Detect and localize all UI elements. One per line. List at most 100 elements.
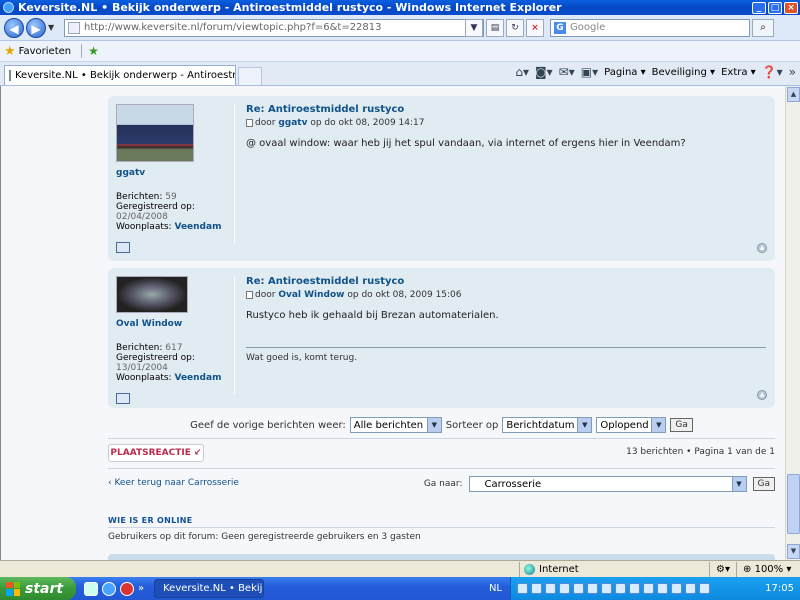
sort-go-button[interactable]: Ga [670, 418, 693, 432]
user-meta: Berichten: 617 Geregistreerd op: 13/01/2… [116, 343, 234, 383]
extra-menu[interactable]: Extra ▾ [721, 67, 756, 78]
show-select-value: Alle berichten [353, 419, 424, 431]
minimize-button[interactable]: _ [752, 1, 766, 14]
username-link[interactable]: ggatv [116, 168, 234, 178]
jump-select[interactable]: Carrosserie ▼ [468, 476, 747, 492]
post-date: op do okt 08, 2009 15:06 [347, 290, 462, 300]
location-value: Veendam [174, 373, 222, 383]
scroll-up-icon[interactable]: ▲ [787, 87, 800, 102]
mail-icon[interactable]: ✉▾ [559, 65, 575, 79]
post-title-link[interactable]: Re: Antiroestmiddel rustyco [246, 104, 766, 115]
window-titlebar[interactable]: Keversite.NL • Bekijk onderwerp - Antiro… [0, 0, 800, 15]
language-indicator[interactable]: NL [481, 583, 510, 594]
security-zone[interactable]: Internet [519, 561, 709, 577]
clock: 17:05 [765, 583, 794, 594]
tray-icon[interactable] [685, 583, 696, 594]
ie-quicklaunch-icon[interactable] [102, 581, 116, 596]
toolbar-chevron-icon[interactable]: » [789, 65, 796, 79]
post-byline: door Oval Window op do okt 08, 2009 15:0… [246, 290, 766, 300]
windows-logo-icon [6, 581, 20, 596]
sort-select[interactable]: Berichtdatum ▼ [502, 417, 593, 433]
help-icon[interactable]: ❓▾ [762, 65, 783, 79]
search-input[interactable]: G Google [550, 18, 750, 37]
jump-select-value: Carrosserie [484, 478, 542, 490]
maximize-button[interactable]: □ [768, 1, 782, 14]
tray-icon[interactable] [587, 583, 598, 594]
tray-icon[interactable] [657, 583, 668, 594]
show-desktop-icon[interactable] [84, 581, 98, 596]
avatar[interactable] [116, 104, 194, 162]
email-icon[interactable] [116, 393, 130, 404]
divider [108, 527, 775, 528]
author-link[interactable]: ggatv [278, 118, 307, 128]
location-label: Woonplaats: [116, 373, 172, 383]
user-meta: Berichten: 59 Geregistreerd op: 02/04/20… [116, 192, 234, 232]
quicklaunch-chevron-icon[interactable]: » [138, 583, 144, 594]
author-link[interactable]: Oval Window [278, 290, 344, 300]
security-menu-label: Beveiliging [651, 66, 707, 78]
refresh-icon[interactable]: ↻ [506, 18, 524, 37]
order-select[interactable]: Oplopend ▼ [596, 417, 667, 433]
page-menu[interactable]: Pagina ▾ [604, 67, 646, 78]
favorites-star-icon[interactable]: ★ [4, 44, 16, 59]
stop-icon[interactable]: × [526, 18, 544, 37]
feeds-icon[interactable]: ◙▾ [535, 65, 553, 79]
scroll-down-icon[interactable]: ▼ [787, 544, 800, 559]
opera-icon[interactable] [120, 581, 134, 596]
add-favorite-icon[interactable]: ★ [88, 44, 99, 58]
back-button[interactable]: ◀ [4, 17, 24, 38]
tray-icon[interactable] [573, 583, 584, 594]
history-dropdown-icon[interactable]: ▼ [48, 23, 58, 32]
post-text: Rustyco heb ik gehaald bij Brezan automa… [246, 310, 499, 321]
tray-icon[interactable] [601, 583, 612, 594]
security-menu[interactable]: Beveiliging ▾ [652, 67, 715, 78]
email-icon[interactable] [116, 242, 130, 253]
window-title: Keversite.NL • Bekijk onderwerp - Antiro… [18, 1, 562, 14]
tray-icon[interactable] [699, 583, 710, 594]
divider [234, 104, 235, 244]
tray-icon[interactable] [531, 583, 542, 594]
posts-count: 617 [165, 343, 183, 353]
post-icon[interactable] [246, 290, 253, 299]
extra-menu-label: Extra [721, 66, 748, 78]
tray-icon[interactable] [629, 583, 640, 594]
vertical-scrollbar[interactable]: ▲ ▼ [785, 86, 800, 560]
tray-icon[interactable] [545, 583, 556, 594]
search-icon[interactable]: ⌕ [752, 18, 774, 37]
divider [234, 276, 235, 394]
back-to-top-icon[interactable]: ▲ [757, 390, 767, 400]
zoom-control[interactable]: ⊕ 100% ▾ [736, 561, 800, 577]
tray-icon[interactable] [615, 583, 626, 594]
tray-icon[interactable] [517, 583, 528, 594]
protected-mode-icon[interactable]: ⚙▾ [709, 561, 736, 577]
back-to-top-icon[interactable]: ▲ [757, 243, 767, 253]
taskbar-item-ie[interactable]: Keversite.NL • Bekij... [154, 579, 265, 598]
scroll-thumb[interactable] [787, 474, 800, 534]
jump-box: Ga naar: Carrosserie ▼ Ga [424, 476, 775, 492]
avatar[interactable] [116, 276, 188, 313]
new-tab-button[interactable] [238, 67, 262, 85]
print-icon[interactable]: ▣▾ [581, 65, 598, 79]
jump-go-button[interactable]: Ga [752, 477, 775, 491]
tray-icon[interactable] [643, 583, 654, 594]
username-link[interactable]: Oval Window [116, 319, 234, 329]
registered-date: 02/04/2008 [116, 212, 168, 222]
show-select[interactable]: Alle berichten ▼ [349, 417, 442, 433]
tray-icon[interactable] [671, 583, 682, 594]
post-date: op do okt 08, 2009 14:17 [310, 118, 425, 128]
tab-keversite[interactable]: Keversite.NL • Bekijk onderwerp - Antiro… [4, 65, 236, 85]
compat-icon[interactable]: ▤ [486, 18, 504, 37]
forward-button[interactable]: ▶ [26, 17, 46, 38]
address-dropdown-icon[interactable]: ▼ [465, 18, 483, 37]
tab-label: Keversite.NL • Bekijk onderwerp - Antiro… [15, 70, 235, 81]
tray-icon[interactable] [559, 583, 570, 594]
start-button[interactable]: start [0, 577, 76, 600]
back-to-forum-link[interactable]: ‹ Keer terug naar Carrosserie [108, 478, 239, 488]
address-input[interactable]: http://www.keversite.nl/forum/viewtopic.… [64, 18, 484, 37]
post-title-link[interactable]: Re: Antiroestmiddel rustyco [246, 276, 766, 287]
favorites-button[interactable]: Favorieten [19, 46, 71, 57]
home-icon[interactable]: ⌂▾ [515, 65, 529, 79]
close-button[interactable]: × [784, 1, 798, 14]
post-icon[interactable] [246, 118, 253, 127]
post-reply-button[interactable]: PLAATS REACTIE ↙ [108, 444, 204, 462]
